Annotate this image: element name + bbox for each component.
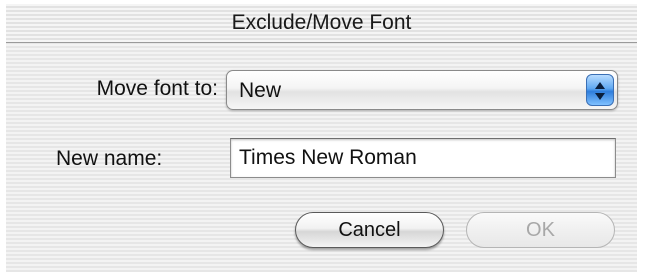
exclude-move-font-dialog: Exclude/Move Font Move font to: New New … — [6, 4, 637, 272]
ok-button: OK — [466, 212, 615, 248]
new-name-label: New name: — [56, 147, 163, 170]
window-title: Exclude/Move Font — [231, 11, 412, 34]
move-font-to-label: Move font to: — [96, 77, 218, 100]
move-font-to-popup[interactable]: New — [226, 70, 618, 110]
up-down-arrows-icon — [586, 74, 614, 106]
move-font-to-value: New — [239, 79, 282, 102]
cancel-button[interactable]: Cancel — [295, 212, 444, 248]
new-name-field[interactable] — [230, 138, 616, 178]
title-bar[interactable]: Exclude/Move Font — [6, 4, 637, 43]
